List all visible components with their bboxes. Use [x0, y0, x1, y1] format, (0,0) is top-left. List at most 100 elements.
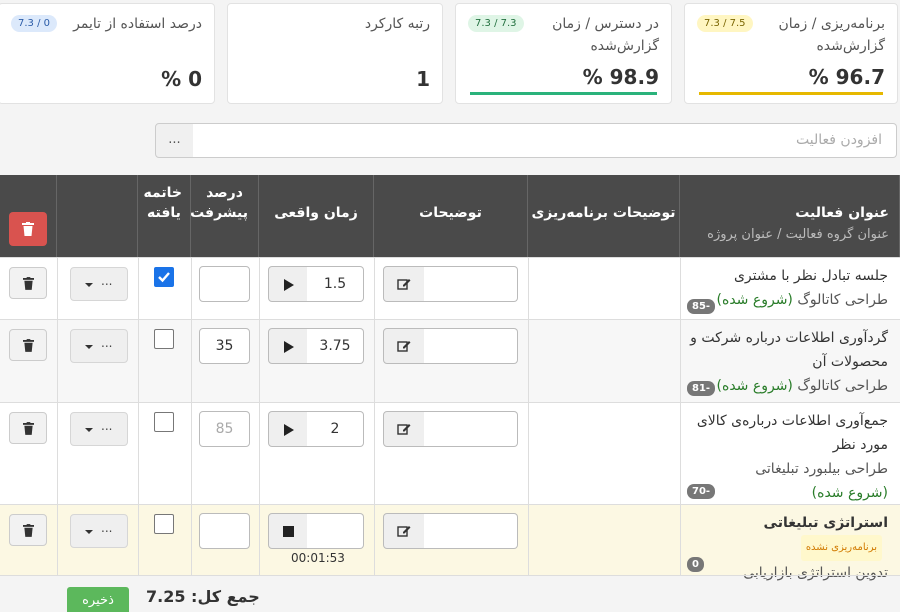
header-activity: عنوان فعالیت عنوان گروه فعالیت / عنوان پ… — [680, 175, 900, 257]
table-row: ... 1.5 جلسه تبادل نظر با مشتری طراحی کا… — [0, 257, 900, 319]
edit-icon — [397, 526, 411, 537]
stat-value: 1 — [416, 67, 430, 91]
delete-row-button[interactable] — [9, 267, 47, 299]
stat-label: رتبه کارکرد — [364, 16, 430, 32]
progress-input[interactable] — [199, 266, 250, 302]
col-sep — [528, 257, 529, 575]
finished-checkbox[interactable] — [154, 514, 174, 534]
header-activity-label: عنوان فعالیت — [795, 205, 889, 221]
caret-down-icon — [85, 428, 93, 432]
real-time-input[interactable]: 2 — [307, 411, 364, 447]
play-icon — [284, 341, 294, 353]
header-desc: توضیحات — [374, 175, 528, 257]
col-sep — [57, 257, 58, 575]
col-sep — [259, 257, 260, 575]
stat-value: 0 % — [161, 67, 202, 91]
progress-input[interactable] — [199, 513, 250, 549]
header-real-time-label: زمان واقعی — [274, 205, 358, 221]
activity-id-badge: 81- — [687, 381, 716, 396]
desc-input[interactable] — [424, 328, 518, 364]
header-activity-sub: عنوان گروه فعالیت / عنوان پروژه — [707, 227, 889, 242]
row-options-dropdown[interactable]: ... — [70, 412, 128, 446]
trash-icon — [23, 524, 34, 537]
activity-title-text: گردآوری اطلاعات درباره شرکت و محصولات آن — [690, 330, 888, 370]
stat-card-planned: برنامه‌ریزی / زمان گزارش‌شده 7.3 / 7.5 9… — [684, 3, 898, 104]
activity-id-badge: 85- — [687, 299, 716, 314]
edit-desc-button[interactable] — [383, 266, 425, 302]
stat-bar — [470, 92, 657, 95]
row-options-dropdown[interactable]: ... — [70, 514, 128, 548]
stat-bar — [699, 92, 883, 95]
real-time-input[interactable]: 3.75 — [307, 328, 364, 364]
dropdown-label: ... — [101, 419, 113, 433]
stat-label: در دسترس / زمان گزارش‌شده — [552, 16, 659, 54]
header-dropdown — [57, 175, 138, 257]
table-row: ... 35 3.75 گردآوری اطلاعات درباره شرکت … — [0, 319, 900, 402]
finished-checkbox[interactable] — [154, 329, 174, 349]
delete-row-button[interactable] — [9, 329, 47, 361]
caret-down-icon — [85, 345, 93, 349]
delete-row-button[interactable] — [9, 514, 47, 546]
real-time-input[interactable] — [307, 513, 364, 549]
activity-title: استراتژی تبلیغاتی برنامه‌ریزی نشده تدوین … — [683, 511, 888, 585]
timer-play-button[interactable] — [268, 328, 308, 364]
header-actions — [0, 175, 57, 257]
table-row: ... 85 2 جمع‌آوری اطلاعات درباره‌ی کالای… — [0, 402, 900, 504]
header-plan-desc-label: توضیحات برنامه‌ریزی — [531, 205, 676, 221]
stat-card-available: در دسترس / زمان گزارش‌شده 7.3 / 7.3 98.9… — [455, 3, 672, 104]
add-activity-button[interactable]: ... — [155, 123, 194, 158]
finished-checkbox[interactable] — [154, 267, 174, 287]
trash-icon — [23, 277, 34, 290]
activity-id-badge: 0 — [687, 557, 704, 572]
delete-all-button[interactable] — [9, 212, 47, 246]
timer-stop-button[interactable] — [268, 513, 308, 549]
activity-title-text: استراتژی تبلیغاتی — [763, 515, 888, 531]
play-icon — [284, 424, 294, 436]
project-name: طراحی کاتالوگ — [797, 292, 888, 308]
activity-title-text: جمع‌آوری اطلاعات درباره‌ی کالای مورد نظر — [696, 413, 888, 453]
timer-play-button[interactable] — [268, 266, 308, 302]
save-button[interactable]: ذخیره — [67, 587, 129, 612]
desc-input[interactable] — [424, 266, 518, 302]
header-plan-desc: توضیحات برنامه‌ریزی — [528, 175, 680, 257]
table-row-active: ... 00:01:53 استراتژی تبلیغاتی برنامه‌ریز… — [0, 504, 900, 581]
stat-card-timer: درصد استفاده از تایمر 7.3 / 0 0 % — [0, 3, 215, 104]
edit-desc-button[interactable] — [383, 328, 425, 364]
project-name: طراحی کاتالوگ — [797, 378, 888, 394]
desc-input[interactable] — [424, 411, 518, 447]
stop-icon — [283, 526, 294, 537]
delete-row-button[interactable] — [9, 412, 47, 444]
stat-label: درصد استفاده از تایمر — [73, 16, 202, 32]
edit-desc-button[interactable] — [383, 513, 425, 549]
header-desc-label: توضیحات — [419, 205, 482, 221]
stat-value: 96.7 % — [808, 65, 885, 89]
play-icon — [284, 279, 294, 291]
stat-card-rank: رتبه کارکرد 1 — [227, 3, 443, 104]
row-options-dropdown[interactable]: ... — [70, 267, 128, 301]
activity-status: (شروع شده) — [716, 378, 793, 394]
activity-id-badge: 70- — [687, 484, 716, 499]
dropdown-label: ... — [101, 336, 113, 350]
progress-input[interactable]: 85 — [199, 411, 250, 447]
desc-input[interactable] — [424, 513, 518, 549]
col-sep — [191, 257, 192, 575]
row-sep — [0, 575, 900, 576]
trash-icon — [23, 339, 34, 352]
activity-status: (شروع شده) — [716, 292, 793, 308]
header-finished: خاتمه یافته — [138, 175, 191, 257]
stat-value: 98.9 % — [582, 65, 659, 89]
finished-checkbox[interactable] — [154, 412, 174, 432]
caret-down-icon — [85, 530, 93, 534]
header-progress: درصد پیشرفت — [190, 175, 259, 257]
progress-input[interactable]: 35 — [199, 328, 250, 364]
real-time-input[interactable]: 1.5 — [307, 266, 364, 302]
header-real-time: زمان واقعی — [259, 175, 374, 257]
edit-icon — [397, 279, 411, 290]
row-options-dropdown[interactable]: ... — [70, 329, 128, 363]
edit-desc-button[interactable] — [383, 411, 425, 447]
project-name: طراحی بیلبورد تبلیغاتی — [755, 461, 888, 477]
trash-icon — [22, 222, 34, 236]
timer-play-button[interactable] — [268, 411, 308, 447]
add-activity-input[interactable]: افزودن فعالیت — [193, 123, 897, 158]
timer-elapsed: 00:01:53 — [291, 551, 345, 565]
